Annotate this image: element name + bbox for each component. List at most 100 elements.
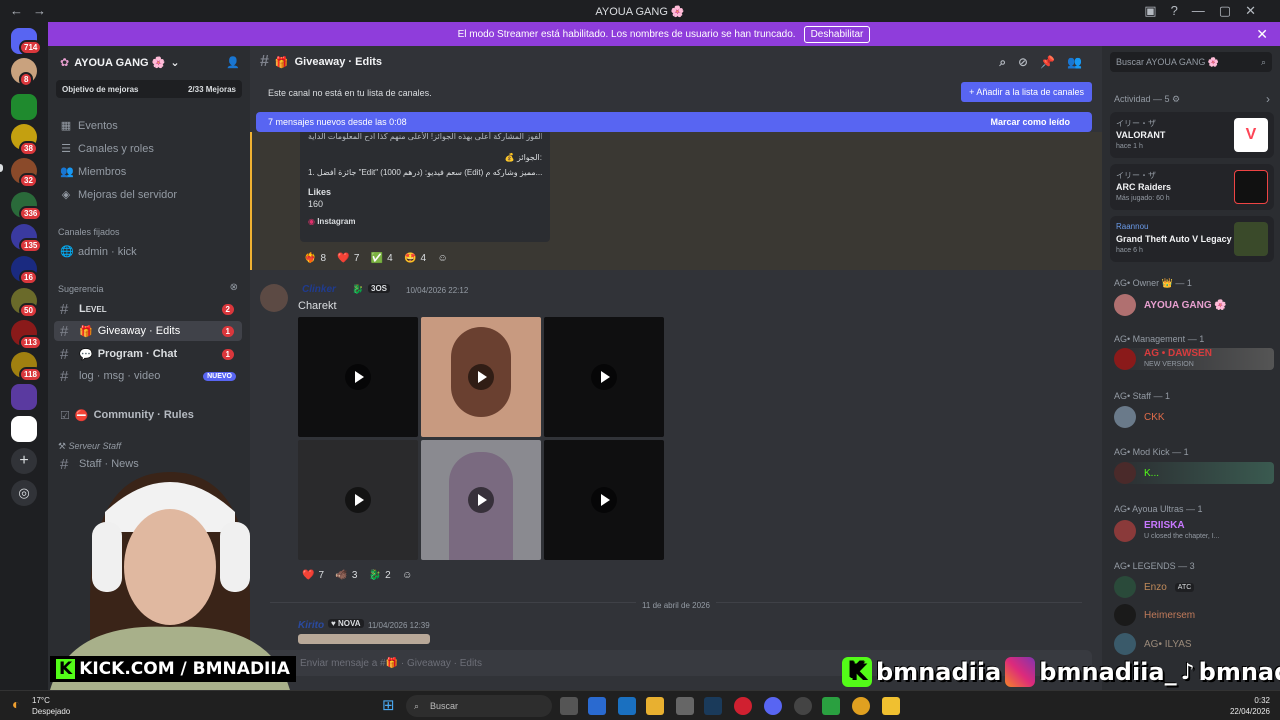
search-input[interactable]: Buscar AYOUA GANG 🌸 ⌕ [1110, 52, 1272, 72]
reaction[interactable]: 🤩 4 [404, 253, 426, 264]
app-icon[interactable] [676, 697, 694, 715]
reaction[interactable]: ❤️ 7 [302, 570, 324, 581]
app-icon[interactable] [794, 697, 812, 715]
windows-start-icon[interactable]: ⊞ [382, 696, 395, 714]
steam-icon[interactable] [704, 697, 722, 715]
member-row[interactable]: CKK [1114, 406, 1165, 428]
avatar [1114, 520, 1136, 542]
image-attachment[interactable] [298, 634, 430, 644]
guild-icon[interactable] [11, 94, 37, 120]
member-row[interactable]: Heimersem [1114, 604, 1195, 626]
channel-title: Giveaway · Edits [294, 56, 383, 68]
activity-card[interactable]: イリー・ザ ARC Raiders Más jugado: 60 h [1110, 164, 1274, 210]
add-reaction-icon[interactable]: ☺ [437, 253, 447, 264]
sidebar-item-boosts[interactable]: ◈ Mejoras del servidor [60, 188, 177, 202]
play-icon[interactable] [345, 487, 371, 513]
channel-program-chat[interactable]: # 💬 Program · Chat 1 [54, 344, 242, 364]
store-icon[interactable] [588, 697, 606, 715]
play-icon[interactable] [591, 364, 617, 390]
hash-icon: # [60, 367, 69, 385]
webcam-overlay [30, 452, 300, 690]
video-attachment[interactable] [298, 440, 418, 560]
play-icon[interactable] [468, 487, 494, 513]
member-row[interactable]: K... [1114, 462, 1274, 484]
add-reaction-icon[interactable]: ☺ [402, 570, 412, 581]
role-header: AG• Ayoua Ultras — 1 [1114, 504, 1203, 514]
taskbar-search[interactable]: ⌕ Buscar [406, 695, 552, 717]
new-messages-bar[interactable]: 7 mensajes nuevos desde las 0:08 Marcar … [256, 112, 1092, 132]
play-icon[interactable] [345, 364, 371, 390]
member-row[interactable]: AG • DAWSEN NEW VERSION [1114, 348, 1274, 370]
video-attachment[interactable] [421, 317, 541, 437]
reaction[interactable]: 🐗 3 [335, 570, 357, 581]
channel-giveaway-edits[interactable]: # 🎁 Giveaway · Edits 1 [54, 321, 242, 341]
video-attachment[interactable] [421, 440, 541, 560]
guild-tag[interactable]: ♥ NOVA [328, 619, 364, 628]
avatar[interactable] [260, 284, 288, 312]
chrome-icon[interactable] [852, 697, 870, 715]
windows-taskbar: ◐ 17°C Despejado ⊞ ⌕ Buscar 0:32 22/04/2026 [0, 690, 1280, 720]
window-title: AYOUA GANG 🌸 [595, 6, 685, 18]
author-name[interactable]: Clinker [302, 284, 336, 295]
activity-card[interactable]: イリー・ザ VALORANT hace 1 h V [1110, 112, 1274, 158]
avatar [1114, 604, 1136, 626]
close-icon[interactable]: ✕ [1256, 26, 1268, 43]
clock[interactable]: 0:32 22/04/2026 [1230, 695, 1270, 717]
reaction[interactable]: 🐉 2 [369, 570, 391, 581]
member-row[interactable]: AG• ILYAS [1114, 633, 1192, 655]
video-attachment[interactable] [298, 317, 418, 437]
member-name: AG • DAWSEN [1144, 347, 1212, 359]
video-attachment[interactable] [544, 317, 664, 437]
date: 22/04/2026 [1229, 707, 1270, 716]
sidebar-item-channels-roles[interactable]: ☰ Canales y roles [60, 142, 154, 156]
play-icon[interactable] [591, 487, 617, 513]
outlook-icon[interactable] [618, 697, 636, 715]
pinned-channel[interactable]: 🌐 admin · kick [60, 245, 137, 259]
guild-icon[interactable] [11, 384, 37, 410]
sticky-notes-icon[interactable] [882, 697, 900, 715]
obs-icon[interactable] [734, 697, 752, 715]
channel-community-rules[interactable]: ☑ ⛔ Community · Rules [54, 405, 242, 425]
reaction[interactable]: ❤️ 7 [337, 253, 359, 264]
channel-log-msg-video[interactable]: # log · msg · video NUEVO [54, 366, 242, 386]
file-explorer-icon[interactable] [646, 697, 664, 715]
add-to-list-button[interactable]: + Añadir a la lista de canales [961, 82, 1092, 102]
streamer-mode-banner: El modo Streamer está habilitado. Los no… [48, 22, 1280, 46]
chevron-right-icon[interactable]: › [1266, 92, 1270, 106]
guild-badge: 16 [19, 270, 38, 285]
task-view-icon[interactable] [560, 697, 578, 715]
member-row[interactable]: AYOUA GANG 🌸 [1114, 294, 1227, 316]
invite-icon[interactable]: 👤 [226, 56, 240, 69]
activity-header: Actividad — 5 ⚙ [1114, 94, 1181, 104]
weather-icon[interactable]: ◐ [12, 696, 20, 712]
reaction[interactable]: ❤️‍🔥 8 [304, 253, 326, 264]
avatar [1114, 633, 1136, 655]
video-attachment[interactable] [544, 440, 664, 560]
close-suggest-icon[interactable]: ⊗ [230, 282, 238, 293]
activity-card[interactable]: Raannou Grand Theft Auto V Legacy hace 6… [1110, 216, 1274, 262]
server-header[interactable]: ✿ AYOUA GANG 🌸 ⌄ 👤 [48, 46, 250, 78]
boost-goal[interactable]: Objetivo de mejoras 2/33 Mejoras [56, 80, 242, 98]
author-name[interactable]: Kirito [298, 620, 324, 631]
play-app-icon[interactable] [822, 697, 840, 715]
guild-badge: 336 [19, 206, 43, 221]
reaction[interactable]: ✅ 4 [371, 253, 393, 264]
member-row[interactable]: ERIISKA U closed the chapter, I... [1114, 520, 1220, 542]
mark-read-button[interactable]: Marcar como leído [990, 117, 1070, 127]
server-name: AYOUA GANG 🌸 [74, 56, 166, 69]
guild-tag[interactable]: 3OS [368, 284, 391, 293]
play-icon[interactable] [468, 364, 494, 390]
sidebar-item-members[interactable]: 👥 Miembros [60, 165, 126, 179]
weather-widget[interactable]: 17°C Despejado [32, 695, 70, 717]
reaction-count: 7 [318, 570, 325, 581]
sidebar-item-events[interactable]: ▦ Eventos [60, 119, 118, 133]
staff-category[interactable]: ⚒ Serveur Staff [58, 441, 121, 452]
disable-streamer-button[interactable]: Deshabilitar [803, 25, 871, 43]
embed-line: على الفوز المشاركة أعلى بهذه الجوائز! ال… [308, 132, 542, 141]
tiktok-live-icon[interactable] [11, 416, 37, 442]
member-row[interactable]: Enzo ATC [1114, 576, 1195, 598]
window-controls[interactable]: ▣?—▢✕ [1144, 3, 1270, 19]
channel-level[interactable]: # Level 2 [54, 299, 242, 319]
discord-icon[interactable] [764, 697, 782, 715]
header-toolbar-icons[interactable]: ⌕⊘📌👥 [999, 55, 1094, 70]
